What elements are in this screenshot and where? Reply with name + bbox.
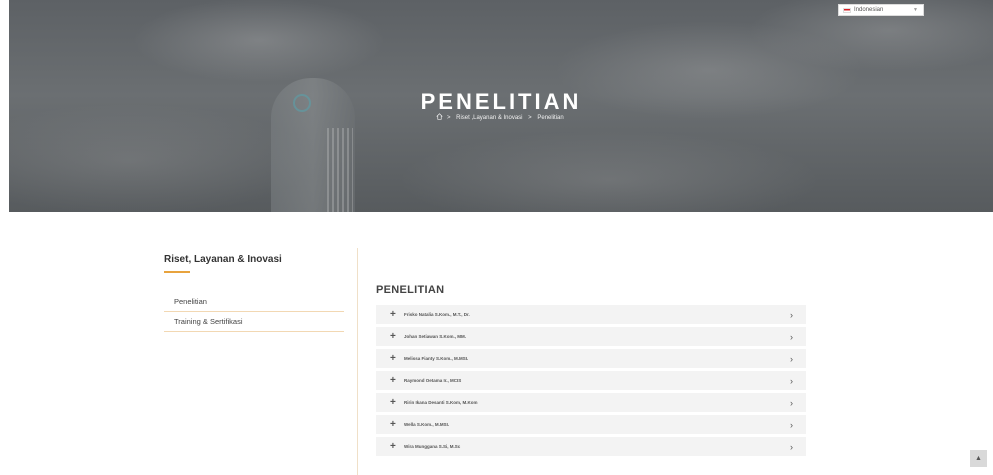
breadcrumb: > Riset ,Layanan & Inovasi > Penelitian	[9, 113, 993, 121]
sidebar-item-training[interactable]: Training & Sertifikasi	[164, 312, 344, 332]
chevron-down-icon: ▼	[913, 7, 918, 13]
section-title: PENELITIAN	[376, 284, 445, 296]
home-icon[interactable]	[436, 113, 443, 120]
accordion-item[interactable]: + Johan Setiawan S.Kom., MM. ›	[376, 327, 806, 349]
language-selected: Indonesian	[854, 7, 884, 13]
researcher-accordion: + Frisko Natalia S.Kom., M.T., Dr. › + Joha…	[376, 305, 806, 459]
chevron-right-icon: ›	[790, 442, 793, 452]
researcher-name: Ririn Ikana Desanti S.Kom, M.Kom	[404, 400, 478, 405]
accordion-item[interactable]: + Wella S.Kom., M.MSI. ›	[376, 415, 806, 437]
accordion-item[interactable]: + Wira Munggana S.Si, M.Sc ›	[376, 437, 806, 459]
accordion-item[interactable]: + Ririn Ikana Desanti S.Kom, M.Kom ›	[376, 393, 806, 415]
chevron-right-icon: ›	[790, 420, 793, 430]
page-title: PENELITIAN	[420, 89, 582, 114]
accordion-item[interactable]: + Frisko Natalia S.Kom., M.T., Dr. ›	[376, 305, 806, 327]
researcher-name: Wira Munggana S.Si, M.Sc	[404, 444, 461, 449]
plus-icon: +	[390, 353, 396, 364]
breadcrumb-item-riset[interactable]: Riset ,Layanan & Inovasi	[456, 115, 522, 121]
indonesia-flag-icon	[843, 7, 851, 13]
sidebar-item-penelitian[interactable]: Penelitian	[164, 292, 344, 312]
plus-icon: +	[390, 331, 396, 342]
researcher-name: Raymond Oetama Ir., MCIS	[404, 378, 462, 383]
accordion-item[interactable]: + Raymond Oetama Ir., MCIS ›	[376, 371, 806, 393]
chevron-right-icon: ›	[790, 332, 793, 342]
main-content: PENELITIAN + Frisko Natalia S.Kom., M.T.,…	[376, 284, 806, 459]
researcher-name: Johan Setiawan S.Kom., MM.	[404, 334, 467, 339]
hero-structure-image	[327, 128, 353, 212]
breadcrumb-separator: >	[528, 115, 532, 121]
breadcrumb-separator: >	[446, 115, 451, 121]
sidebar-title: Riset, Layanan & Inovasi	[164, 254, 282, 265]
researcher-name: Frisko Natalia S.Kom., M.T., Dr.	[404, 312, 470, 317]
sidebar-menu: Penelitian Training & Sertifikasi	[164, 291, 344, 332]
chevron-up-icon: ▲	[975, 455, 982, 462]
plus-icon: +	[390, 309, 396, 320]
accordion-item[interactable]: + Melissa Fianty S.Kom., M.MSI. ›	[376, 349, 806, 371]
sidebar: Riset, Layanan & Inovasi Penelitian Trai…	[164, 254, 344, 332]
breadcrumb-item-penelitian: Penelitian	[537, 115, 564, 121]
plus-icon: +	[390, 419, 396, 430]
column-divider	[357, 248, 358, 475]
chevron-right-icon: ›	[790, 376, 793, 386]
language-select[interactable]: Indonesian ▼	[838, 4, 924, 16]
plus-icon: +	[390, 397, 396, 408]
chevron-right-icon: ›	[790, 310, 793, 320]
hero-banner: PENELITIAN > Riset ,Layanan & Inovasi > …	[9, 0, 993, 212]
researcher-name: Wella S.Kom., M.MSI.	[404, 422, 450, 427]
chevron-right-icon: ›	[790, 354, 793, 364]
plus-icon: +	[390, 375, 396, 386]
back-to-top-button[interactable]: ▲	[970, 450, 987, 467]
chevron-right-icon: ›	[790, 398, 793, 408]
plus-icon: +	[390, 441, 396, 452]
researcher-name: Melissa Fianty S.Kom., M.MSI.	[404, 356, 469, 361]
sidebar-title-underline	[164, 271, 190, 273]
